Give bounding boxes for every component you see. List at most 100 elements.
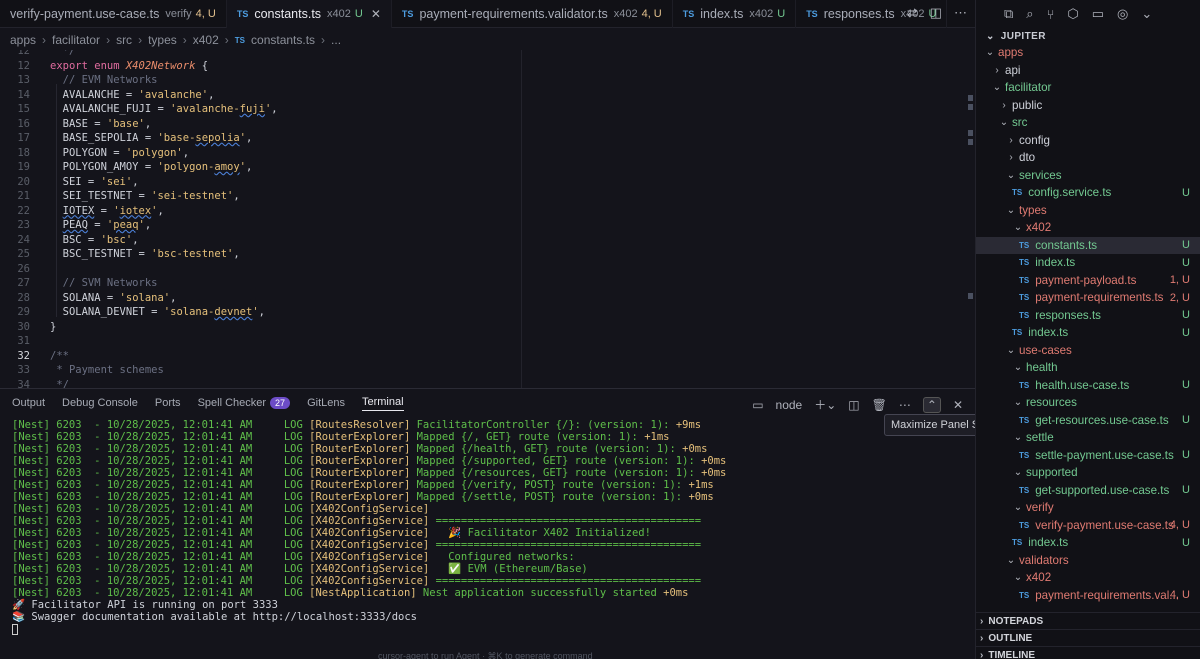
tree-folder[interactable]: ⌄ src: [976, 114, 1200, 132]
code-token: ,: [144, 219, 152, 231]
tree-folder[interactable]: ⌄ types: [976, 202, 1200, 220]
section-timeline[interactable]: › TIMELINE: [976, 646, 1200, 659]
editor-tab[interactable]: TS index.ts x402 U: [673, 0, 797, 28]
code-line[interactable]: export enum X402Network {: [50, 60, 208, 72]
explorer-title[interactable]: ⌄ JUPITER: [976, 28, 1200, 44]
tree-folder[interactable]: ⌄ health: [976, 359, 1200, 377]
code-line[interactable]: AVALANCHE_FUJI = 'avalanche-fuji',: [50, 103, 278, 115]
maximize-panel-icon[interactable]: ⌃: [922, 396, 941, 413]
tree-folder[interactable]: ⌄ apps: [976, 44, 1200, 62]
chevron-right-icon: ›: [995, 64, 999, 76]
tree-file[interactable]: TS payment-requirements.ts 2, U: [976, 289, 1200, 307]
breadcrumb-item[interactable]: x402: [193, 33, 219, 47]
tree-file[interactable]: TS index.ts U: [976, 534, 1200, 552]
tree-folder[interactable]: ⌄ resources: [976, 394, 1200, 412]
tree-folder[interactable]: ⌄ x402: [976, 569, 1200, 587]
tree-folder[interactable]: ⌄ facilitator: [976, 79, 1200, 97]
account-icon[interactable]: ◎: [1117, 6, 1128, 22]
files-icon[interactable]: ⧉: [1004, 6, 1013, 22]
code-line[interactable]: BSC_TESTNET = 'bsc-testnet',: [50, 248, 240, 260]
code-line[interactable]: SOLANA_DEVNET = 'solana-devnet',: [50, 306, 265, 318]
code-line[interactable]: IOTEX = 'iotex',: [50, 205, 164, 217]
code-line[interactable]: POLYGON_AMOY = 'polygon-amoy',: [50, 161, 253, 173]
tree-folder[interactable]: ⌄ validators: [976, 552, 1200, 570]
folder-icon[interactable]: ▭: [1092, 6, 1104, 22]
tree-folder[interactable]: › dto: [976, 149, 1200, 167]
code-line[interactable]: SEI = 'sei',: [50, 176, 139, 188]
terminal-output[interactable]: [Nest] 6203 - 10/28/2025, 12:01:41 AM LO…: [12, 419, 967, 635]
tree-folder[interactable]: ⌄ services: [976, 167, 1200, 185]
code-line[interactable]: */: [50, 50, 76, 57]
source-control-icon[interactable]: ⑂: [1047, 7, 1055, 22]
breadcrumb-item[interactable]: types: [148, 33, 177, 47]
breadcrumb-item[interactable]: apps: [10, 33, 36, 47]
tree-folder[interactable]: ⌄ use-cases: [976, 342, 1200, 360]
search-icon[interactable]: ⌕: [1026, 6, 1033, 22]
tree-file[interactable]: TS payment-requirements.val... 4, U: [976, 587, 1200, 605]
close-icon[interactable]: ✕: [371, 7, 381, 21]
breadcrumb-item[interactable]: ...: [331, 33, 341, 47]
tree-file[interactable]: TS index.ts U: [976, 324, 1200, 342]
breadcrumb-item[interactable]: facilitator: [52, 33, 100, 47]
panel-tab[interactable]: Ports: [155, 397, 181, 409]
shell-name[interactable]: node: [776, 398, 803, 412]
breadcrumb-item[interactable]: src: [116, 33, 132, 47]
trash-icon[interactable]: 🗑: [872, 398, 887, 412]
code-line[interactable]: SEI_TESTNET = 'sei-testnet',: [50, 190, 240, 202]
tree-folder[interactable]: ⌄ x402: [976, 219, 1200, 237]
tree-folder[interactable]: ⌄ verify: [976, 499, 1200, 517]
code-line[interactable]: }: [50, 321, 56, 333]
tree-file[interactable]: TS config.service.ts U: [976, 184, 1200, 202]
panel-tab[interactable]: Debug Console: [62, 397, 138, 409]
code-line[interactable]: */: [50, 379, 69, 389]
code-line[interactable]: /**: [50, 350, 69, 362]
compare-changes-icon[interactable]: ⇄: [907, 5, 918, 21]
editor-tab[interactable]: TS payment-requirements.validator.ts x402 4…: [392, 0, 673, 28]
tree-file[interactable]: TS get-supported.use-case.ts U: [976, 482, 1200, 500]
tree-file[interactable]: TS index.ts U: [976, 254, 1200, 272]
split-terminal-icon[interactable]: ◫: [848, 398, 859, 412]
new-terminal-icon[interactable]: ＋⌄: [814, 396, 836, 413]
more-actions-icon[interactable]: ⋯: [954, 5, 967, 21]
section-outline[interactable]: › OUTLINE: [976, 629, 1200, 646]
panel-tab[interactable]: Output: [12, 397, 45, 409]
tree-file[interactable]: TS verify-payment.use-case.ts 4, U: [976, 517, 1200, 535]
panel-tab[interactable]: Spell Checker 27: [198, 397, 291, 409]
panel-tab[interactable]: Terminal: [361, 396, 404, 411]
code-line[interactable]: BASE_SEPOLIA = 'base-sepolia',: [50, 132, 253, 144]
tree-file[interactable]: TS settle-payment.use-case.ts U: [976, 447, 1200, 465]
section-notepads[interactable]: › NOTEPADS: [976, 612, 1200, 629]
code-line[interactable]: AVALANCHE = 'avalanche',: [50, 89, 215, 101]
tree-file[interactable]: TS constants.ts U: [976, 236, 1200, 254]
split-editor-icon[interactable]: ◫: [930, 5, 942, 21]
code-line[interactable]: BSC = 'bsc',: [50, 234, 139, 246]
tree-file[interactable]: TS responses.ts U: [976, 307, 1200, 325]
panel-tab[interactable]: GitLens: [307, 397, 345, 409]
tree-folder[interactable]: ⌄ settle: [976, 429, 1200, 447]
code-line[interactable]: POLYGON = 'polygon',: [50, 147, 189, 159]
breadcrumb-item[interactable]: constants.ts: [251, 33, 315, 47]
tree-folder[interactable]: › api: [976, 62, 1200, 80]
code-line[interactable]: PEAQ = 'peaq',: [50, 219, 152, 231]
code-line[interactable]: BASE = 'base',: [50, 118, 152, 130]
tree-label: validators: [1019, 553, 1069, 567]
tree-folder[interactable]: › config: [976, 132, 1200, 150]
extensions-icon[interactable]: ⬡: [1067, 6, 1078, 22]
tree-folder[interactable]: ⌄ supported: [976, 464, 1200, 482]
code-editor[interactable]: 12 */12 export enum X402Network {13 // EV…: [0, 50, 975, 388]
code-line[interactable]: // SVM Networks: [50, 277, 158, 289]
line-number: 19: [17, 161, 30, 173]
editor-tab[interactable]: verify-payment.use-case.ts verify 4, U: [0, 0, 227, 28]
code-line[interactable]: * Payment schemes: [50, 364, 163, 376]
tree-file[interactable]: TS get-resources.use-case.ts U: [976, 412, 1200, 430]
code-line[interactable]: // EVM Networks: [50, 74, 158, 86]
chevron-right-icon: ›: [138, 33, 143, 47]
tree-file[interactable]: TS health.use-case.ts U: [976, 377, 1200, 395]
tree-file[interactable]: TS payment-payload.ts 1, U: [976, 272, 1200, 290]
more-icon[interactable]: ⋯: [899, 398, 911, 412]
editor-tab[interactable]: TS constants.ts x402 U ✕: [226, 0, 392, 28]
chevron-down-icon[interactable]: ⌄: [1141, 6, 1152, 22]
code-line[interactable]: SOLANA = 'solana',: [50, 292, 177, 304]
tree-folder[interactable]: › public: [976, 97, 1200, 115]
close-panel-icon[interactable]: ✕: [953, 398, 963, 412]
